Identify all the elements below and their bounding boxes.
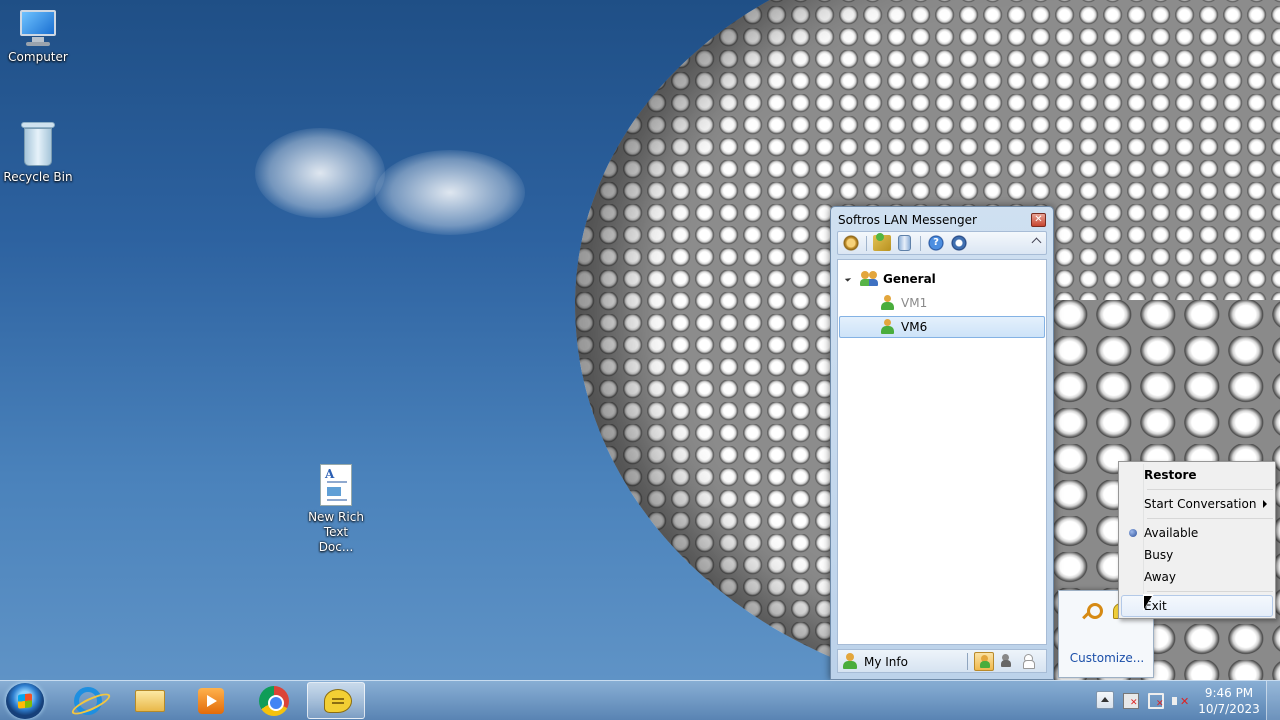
show-hidden-icons-button[interactable] bbox=[1096, 691, 1114, 709]
settings-icon[interactable] bbox=[842, 235, 860, 251]
group-row-general[interactable]: General bbox=[839, 268, 1045, 290]
chrome-icon bbox=[259, 686, 289, 716]
contact-row-vm6[interactable]: VM6 bbox=[839, 316, 1045, 338]
my-info-button[interactable]: My Info bbox=[864, 655, 908, 669]
tray-context-menu: Restore Start Conversation Available Bus… bbox=[1118, 461, 1276, 619]
desktop-icon-rich-text-doc[interactable]: A New Rich Text Doc... bbox=[298, 464, 374, 555]
status-available-button[interactable] bbox=[974, 652, 994, 671]
clock[interactable]: 9:46 PM 10/7/2023 bbox=[1196, 685, 1262, 717]
customize-link[interactable]: Customize... bbox=[1059, 651, 1155, 665]
computer-icon bbox=[16, 10, 60, 46]
contact-row-vm1[interactable]: VM1 bbox=[839, 292, 1045, 314]
clock-date: 10/7/2023 bbox=[1198, 702, 1260, 716]
menu-item-label: Restore bbox=[1144, 468, 1197, 482]
taskbar-file-explorer[interactable] bbox=[121, 682, 179, 719]
menu-separator bbox=[1147, 591, 1273, 592]
desktop-icon-label: Computer bbox=[8, 50, 68, 64]
desktop-icon-recycle-bin[interactable]: Recycle Bin bbox=[0, 122, 76, 185]
desktop: Computer Recycle Bin A New Rich Text Doc… bbox=[0, 0, 1280, 680]
add-contact-icon[interactable] bbox=[873, 233, 891, 251]
contact-name: VM6 bbox=[901, 320, 928, 334]
menu-item-label: Available bbox=[1144, 526, 1199, 540]
action-center-icon[interactable] bbox=[1123, 693, 1139, 709]
recycle-bin-icon bbox=[21, 122, 55, 166]
status-away-button[interactable] bbox=[1018, 652, 1038, 671]
menu-item-label: Start Conversation bbox=[1144, 497, 1257, 511]
submenu-arrow-icon bbox=[1263, 500, 1267, 508]
menu-item-away[interactable]: Away bbox=[1121, 566, 1273, 588]
lan-messenger-icon bbox=[324, 689, 352, 713]
taskbar-media-player[interactable] bbox=[182, 682, 240, 719]
internet-explorer-icon bbox=[74, 687, 102, 715]
menu-item-available[interactable]: Available bbox=[1121, 522, 1273, 544]
available-status-icon bbox=[980, 655, 990, 669]
contact-list[interactable]: General VM1 VM6 bbox=[837, 259, 1047, 645]
desktop-icon-computer[interactable]: Computer bbox=[0, 10, 76, 65]
status-busy-button[interactable] bbox=[996, 652, 1016, 671]
windows-logo-icon bbox=[18, 693, 32, 709]
window-title: Softros LAN Messenger bbox=[838, 213, 977, 227]
key-icon[interactable] bbox=[1081, 603, 1103, 621]
menu-item-label: Busy bbox=[1144, 548, 1174, 562]
user-icon bbox=[881, 319, 894, 335]
my-info-icon[interactable] bbox=[843, 653, 857, 669]
cloud bbox=[255, 128, 385, 218]
group-icon bbox=[860, 271, 878, 287]
rich-text-document-icon: A bbox=[320, 464, 352, 506]
info-icon[interactable] bbox=[950, 235, 968, 251]
clock-time: 9:46 PM bbox=[1204, 686, 1254, 700]
media-player-icon bbox=[198, 688, 224, 714]
menu-item-start-conversation[interactable]: Start Conversation bbox=[1121, 493, 1273, 515]
menu-separator bbox=[1147, 518, 1273, 519]
start-button[interactable] bbox=[6, 683, 44, 719]
taskbar-chrome[interactable] bbox=[244, 682, 302, 719]
contact-name: VM1 bbox=[901, 296, 928, 310]
file-explorer-icon bbox=[135, 690, 165, 712]
menu-item-busy[interactable]: Busy bbox=[1121, 544, 1273, 566]
radio-checked-icon bbox=[1129, 529, 1137, 537]
expand-arrow-icon[interactable] bbox=[844, 275, 852, 282]
cloud bbox=[375, 150, 525, 235]
messenger-toolbar: ? bbox=[837, 231, 1047, 255]
group-label: General bbox=[883, 272, 936, 286]
close-icon[interactable]: ✕ bbox=[1031, 213, 1046, 227]
user-icon bbox=[881, 295, 894, 311]
desktop-icon-label: Recycle Bin bbox=[3, 170, 73, 184]
taskbar-lan-messenger[interactable] bbox=[307, 682, 365, 719]
status-bar: My Info bbox=[837, 649, 1047, 673]
menu-separator bbox=[1147, 489, 1273, 490]
taskbar: 9:46 PM 10/7/2023 bbox=[0, 680, 1280, 720]
network-icon[interactable] bbox=[1148, 693, 1164, 709]
busy-status-icon bbox=[1001, 654, 1011, 668]
status-separator bbox=[967, 653, 968, 670]
address-book-icon[interactable] bbox=[898, 235, 911, 251]
show-desktop-button[interactable] bbox=[1266, 681, 1280, 720]
menu-item-restore[interactable]: Restore bbox=[1121, 464, 1273, 486]
collapse-icon[interactable] bbox=[1032, 237, 1042, 247]
menu-item-label: Away bbox=[1144, 570, 1176, 584]
taskbar-internet-explorer[interactable] bbox=[60, 682, 118, 719]
away-status-icon bbox=[1023, 654, 1035, 669]
mouse-cursor-icon bbox=[1143, 594, 1157, 616]
desktop-icon-label: New Rich Text Doc... bbox=[308, 510, 364, 554]
toolbar-separator bbox=[866, 236, 867, 251]
toolbar-separator bbox=[920, 236, 921, 251]
help-icon[interactable]: ? bbox=[927, 235, 945, 251]
messenger-window[interactable]: Softros LAN Messenger ✕ ? General VM1 VM… bbox=[830, 206, 1054, 680]
volume-muted-icon[interactable] bbox=[1172, 693, 1189, 709]
